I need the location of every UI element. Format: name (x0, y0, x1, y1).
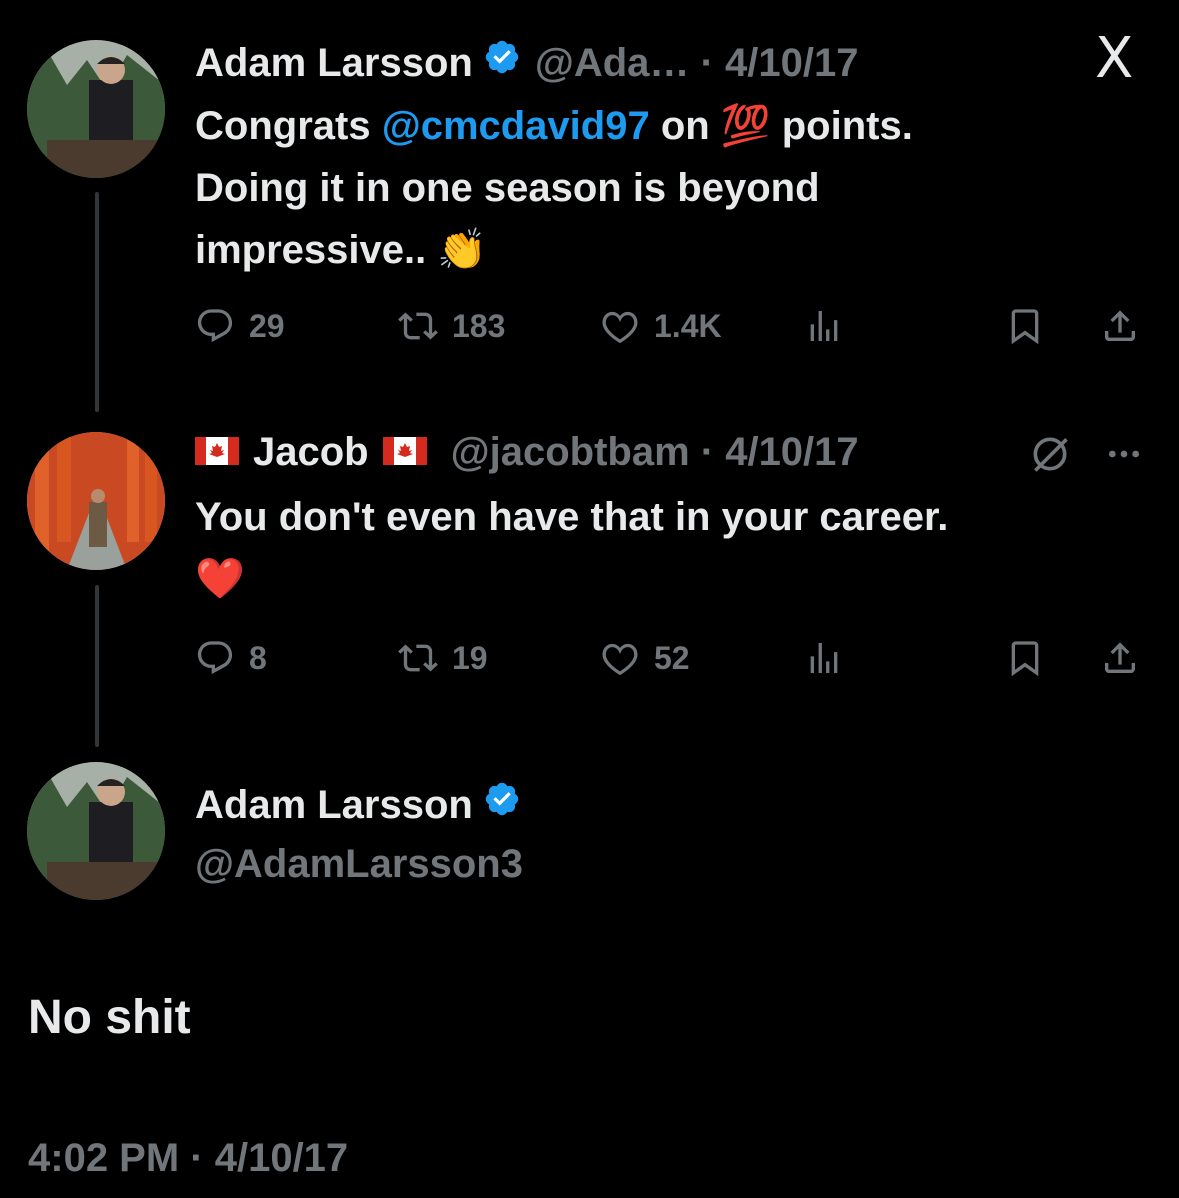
like-count: 52 (654, 639, 690, 676)
tweet-date[interactable]: 4/10/17 (725, 41, 858, 86)
hundred-emoji: 💯 (720, 104, 771, 148)
tweet-text-line: You don't even have that in your career. (195, 495, 949, 539)
more-icon[interactable] (1102, 434, 1146, 474)
tweet-date: 4/10/17 (214, 1136, 349, 1180)
like-button[interactable]: 52 (600, 638, 690, 678)
tweet-time: 4:02 PM (28, 1136, 180, 1180)
share-button[interactable] (1100, 306, 1140, 346)
tweet-text-line: Doing it in one season is beyond (195, 166, 820, 210)
repost-button[interactable]: 183 (398, 306, 505, 346)
views-button[interactable] (804, 638, 844, 678)
tweet-header: Adam Larsson (195, 780, 521, 828)
tweet-text-part: Congrats (195, 104, 382, 148)
heart-emoji: ❤️ (195, 557, 245, 601)
repost-button[interactable]: 19 (398, 638, 488, 678)
share-button[interactable] (1100, 638, 1140, 678)
views-icon (810, 311, 838, 341)
thread-line (95, 192, 99, 412)
repost-count: 183 (452, 307, 506, 344)
repost-icon (398, 644, 438, 672)
share-icon (1105, 310, 1135, 341)
like-button[interactable]: 1.4K (600, 306, 722, 346)
bookmark-button[interactable] (1005, 638, 1045, 678)
like-count: 1.4K (654, 307, 722, 344)
tweet-date[interactable]: 4/10/17 (725, 430, 858, 475)
reply-button[interactable]: 8 (195, 638, 267, 678)
verified-badge-icon (485, 782, 519, 816)
tweet-text-part: on (649, 104, 721, 148)
author-name[interactable]: Jacob (253, 430, 369, 475)
separator-dot: · (689, 41, 725, 85)
like-icon (602, 643, 638, 676)
canada-flag-icon (382, 437, 427, 465)
separator-dot: · (689, 430, 726, 474)
grok-icon[interactable] (1028, 432, 1072, 476)
author-name[interactable]: Adam Larsson (195, 783, 473, 828)
tweet-text: No shit (28, 991, 191, 1044)
avatar[interactable] (27, 762, 165, 900)
avatar[interactable] (27, 40, 165, 178)
separator-dot: · (179, 1136, 215, 1180)
reply-count: 8 (249, 639, 267, 676)
tweet-timestamp[interactable]: 4:02 PM · 4/10/17 (28, 1136, 348, 1181)
reply-button[interactable]: 29 (195, 306, 285, 346)
author-handle[interactable]: @jacobtbam (451, 430, 690, 475)
bookmark-icon (1011, 641, 1039, 677)
thread-line (95, 585, 99, 747)
author-handle[interactable]: @AdamLarsson3 (195, 842, 523, 887)
reply-icon (197, 309, 233, 343)
mention-link[interactable]: @cmcdavid97 (382, 104, 650, 148)
bookmark-button[interactable] (1005, 306, 1045, 346)
tweet-text: You don't even have that in your career.… (195, 486, 1155, 610)
reply-icon (197, 641, 233, 675)
clap-emoji: 👏 (437, 228, 488, 272)
repost-count: 19 (452, 639, 488, 676)
views-button[interactable] (804, 306, 844, 346)
tweet-text: Congrats @cmcdavid97 on 💯 points. Doing … (195, 95, 1155, 281)
tweet-header: Jacob @jacobtbam · 4/10/17 (195, 430, 859, 475)
views-icon (810, 643, 838, 673)
repost-icon (398, 312, 438, 340)
x-logo-icon[interactable]: X (1095, 26, 1133, 91)
tweet-header: Adam Larsson @Ada… · 4/10/17 (195, 38, 858, 86)
author-name[interactable]: Adam Larsson (195, 41, 473, 86)
reply-count: 29 (249, 307, 285, 344)
canada-flag-icon (195, 437, 239, 465)
author-handle[interactable]: @Ada… (535, 41, 690, 86)
share-icon (1105, 642, 1135, 673)
bookmark-icon (1011, 309, 1039, 345)
tweet-text-part: points. (770, 104, 913, 148)
tweet-text-line: impressive.. (195, 228, 438, 272)
like-icon (602, 311, 638, 344)
avatar[interactable] (27, 432, 165, 570)
verified-badge-icon (485, 40, 519, 74)
